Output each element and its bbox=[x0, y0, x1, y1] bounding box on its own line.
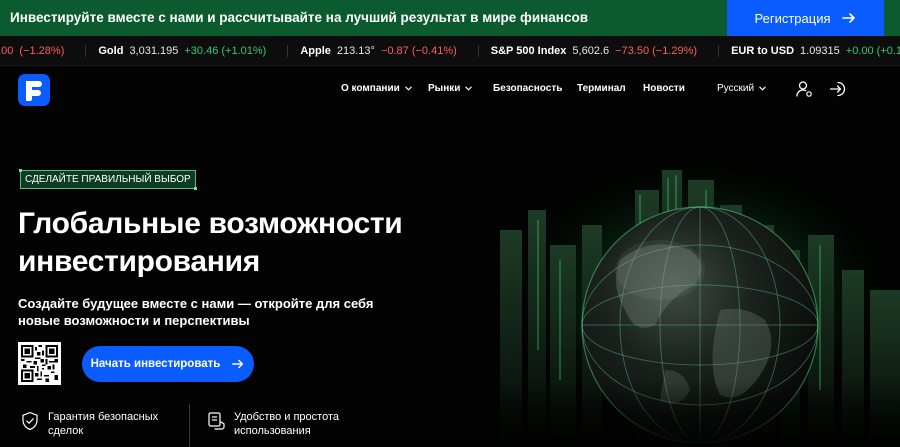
chevron-down-icon bbox=[404, 86, 412, 91]
ticker-symbol: Gold bbox=[98, 45, 124, 57]
start-investing-button[interactable]: Начать инвестировать bbox=[82, 346, 254, 382]
ticker-separator bbox=[477, 45, 479, 57]
ticker-symbol: Apple bbox=[300, 45, 331, 57]
logo[interactable] bbox=[18, 74, 50, 106]
ticker-item[interactable]: EUR to USD 1.09315 +0.00 (+0.10%) bbox=[718, 45, 900, 57]
ticker-change: (−1.28%) bbox=[19, 45, 65, 57]
ticker-price: 5,602.6 bbox=[572, 45, 610, 57]
logo-icon bbox=[26, 81, 42, 101]
ticker-item[interactable]: S&P 500 Index 5,602.6 −73.50 (−1.29%) bbox=[477, 45, 698, 57]
qr-code-image bbox=[21, 345, 58, 382]
ticker-symbol: EUR to USD bbox=[731, 45, 795, 57]
feature-ease-of-use: Удобство и простота использования bbox=[206, 410, 374, 438]
feature-safe-deals: Гарантия безопасных сделок bbox=[20, 410, 188, 438]
hero-badge: СДЕЛАЙТЕ ПРАВИЛЬНЫЙ ВЫБОР bbox=[19, 169, 197, 190]
nav-about-label: О компании bbox=[341, 83, 400, 94]
ticker-track: 8.00 (−1.28%) Gold 3,031.195 +30.46 (+1.01%)… bbox=[0, 45, 900, 57]
register-button[interactable]: Регистрация bbox=[727, 0, 884, 36]
nav-news[interactable]: Новости bbox=[643, 83, 685, 94]
qr-code[interactable] bbox=[18, 342, 61, 385]
nav-markets[interactable]: Рынки bbox=[428, 83, 473, 94]
page: Инвестируйте вместе с нами и рассчитывай… bbox=[0, 0, 900, 447]
ticker-item[interactable]: 8.00 (−1.28%) bbox=[0, 45, 64, 57]
ticker-item[interactable]: Apple 213.13° −0.87 (−0.41%) bbox=[287, 45, 457, 57]
language-selector[interactable]: Русский bbox=[717, 83, 766, 94]
ticker-separator bbox=[287, 45, 289, 57]
ticker-change: +0.00 (+0.10%) bbox=[845, 45, 900, 57]
ticker-price: 3,031.195 bbox=[129, 45, 179, 57]
nav-security-label: Безопасность bbox=[493, 83, 563, 94]
promo-bar: Инвестируйте вместе с нами и рассчитывай… bbox=[0, 0, 900, 36]
start-investing-label: Начать инвестировать bbox=[90, 358, 221, 370]
globe-city-illustration bbox=[470, 155, 900, 447]
hero-badge-label: СДЕЛАЙТЕ ПРАВИЛЬНЫЙ ВЫБОР bbox=[25, 174, 191, 185]
promo-bar-edge bbox=[884, 0, 900, 36]
nav-security[interactable]: Безопасность bbox=[493, 83, 562, 94]
hero-subtitle: Создайте будущее вместе с нами — откройт… bbox=[18, 296, 374, 328]
language-label: Русский bbox=[717, 83, 755, 94]
user-settings-icon[interactable] bbox=[795, 80, 813, 98]
ticker-bar: 8.00 (−1.28%) Gold 3,031.195 +30.46 (+1.01%)… bbox=[0, 36, 900, 66]
terminal-hand-icon bbox=[208, 412, 225, 430]
chevron-down-icon bbox=[759, 86, 766, 91]
nav-news-label: Новости bbox=[643, 83, 685, 94]
ticker-change: −73.50 (−1.29%) bbox=[615, 45, 698, 57]
login-icon[interactable] bbox=[829, 80, 847, 98]
nav-terminal[interactable]: Терминал bbox=[577, 83, 626, 94]
nav-markets-label: Рынки bbox=[428, 83, 461, 94]
promo-text: Инвестируйте вместе с нами и рассчитывай… bbox=[10, 10, 589, 25]
ticker-change: +30.46 (+1.01%) bbox=[184, 45, 267, 57]
feature-ease-of-use-text: Удобство и простота использования bbox=[234, 411, 339, 437]
arrow-right-icon bbox=[232, 359, 244, 369]
shield-check-icon bbox=[22, 411, 38, 431]
nav-about[interactable]: О компании bbox=[341, 83, 412, 94]
ticker-price: 8.00 bbox=[0, 45, 14, 57]
ticker-price: 1.09315 bbox=[800, 45, 840, 57]
arrow-right-icon bbox=[841, 13, 855, 23]
hero-title: Глобальные возможности инвестирования bbox=[18, 207, 403, 278]
ticker-separator bbox=[718, 45, 720, 57]
ticker-price: 213.13° bbox=[336, 45, 375, 57]
ticker-item[interactable]: Gold 3,031.195 +30.46 (+1.01%) bbox=[85, 45, 266, 57]
feature-safe-deals-text: Гарантия безопасных сделок bbox=[48, 411, 159, 437]
register-button-label: Регистрация bbox=[754, 10, 831, 26]
ticker-separator bbox=[85, 45, 87, 57]
ticker-symbol: S&P 500 Index bbox=[490, 45, 567, 57]
nav-terminal-label: Терминал bbox=[577, 83, 626, 94]
ticker-change: −0.87 (−0.41%) bbox=[380, 45, 457, 57]
chevron-down-icon bbox=[465, 86, 473, 91]
feature-divider bbox=[189, 404, 190, 447]
